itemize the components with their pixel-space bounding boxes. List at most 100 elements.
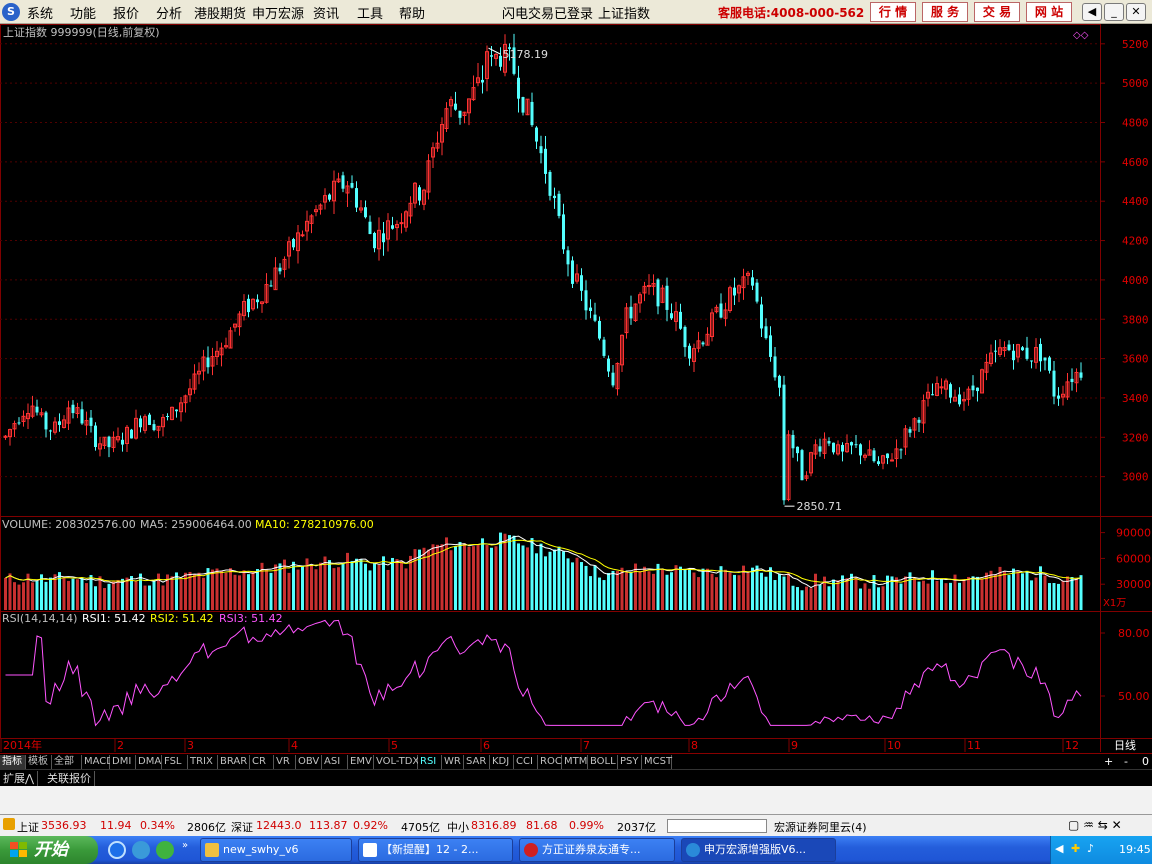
website-button[interactable]: 网 站 <box>1026 2 1072 22</box>
volume-bar <box>967 576 970 610</box>
indicator-tab-macd[interactable]: MACD <box>82 755 114 769</box>
desktop-icon[interactable] <box>132 841 150 859</box>
zoom-in-button[interactable]: + <box>1104 755 1113 769</box>
trade-button[interactable]: 交 易 <box>974 2 1020 22</box>
volume-bar <box>881 586 885 610</box>
indicator-tab-vr[interactable]: VR <box>274 755 296 769</box>
volume-bar <box>62 578 66 610</box>
zoom-reset-button[interactable]: 0 <box>1142 755 1149 769</box>
back-icon[interactable]: ◀ <box>1082 3 1102 21</box>
indicator-tab-emv[interactable]: EMV <box>348 755 374 769</box>
indicator-tab-boll[interactable]: BOLL <box>588 755 618 769</box>
tray-arrow-icon[interactable]: ◀ <box>1055 842 1063 855</box>
indicator-tab-cr[interactable]: CR <box>250 755 274 769</box>
volume-bar <box>976 576 979 610</box>
price-tick-label: 3000 <box>1122 471 1149 484</box>
kline-chart-area[interactable]: 5200 5000 4800 4600 4400 4200 4000 3800 3600 3400… <box>0 24 1152 752</box>
menu-item-hk-futures[interactable]: 港股期货 <box>194 3 246 22</box>
volume-bar <box>787 573 790 610</box>
indicator-tab-wr[interactable]: WR <box>442 755 464 769</box>
volume-bar <box>103 588 106 610</box>
menu-item-news[interactable]: 资讯 <box>313 3 339 22</box>
sz-change: 113.87 <box>309 819 348 832</box>
volume-bar <box>35 581 39 610</box>
candle-body <box>521 97 525 113</box>
rsi3-label: RSI3: 51.42 <box>219 612 283 625</box>
indicator-tab-asi[interactable]: ASI <box>322 755 348 769</box>
taskbar-window-notice[interactable]: 【新提醒】12 - 2... <box>358 838 513 862</box>
status-tray-icons[interactable]: ▢ ♒ ⇆ ✕ <box>1068 818 1122 832</box>
service-hotline: 客服电话:4008-000-562 <box>718 6 865 20</box>
candle-body <box>939 386 944 389</box>
start-button[interactable]: 开始 <box>0 836 98 864</box>
volume-bar <box>1025 570 1029 610</box>
candle-body <box>584 290 588 311</box>
minimize-icon[interactable]: _ <box>1104 3 1124 21</box>
indicator-tab-brar[interactable]: BRAR <box>218 755 250 769</box>
ie-icon[interactable] <box>108 841 126 859</box>
quicklaunch-more-icon[interactable]: » <box>182 840 188 851</box>
indicator-tab-psy[interactable]: PSY <box>618 755 642 769</box>
menu-item-analysis[interactable]: 分析 <box>156 3 182 22</box>
low-price-label: 2850.71 <box>797 500 843 513</box>
zoom-out-button[interactable]: - <box>1124 755 1128 769</box>
indicator-tab-mcst[interactable]: MCST <box>642 755 672 769</box>
quote-button[interactable]: 行 情 <box>870 2 916 22</box>
zx-name: 中小 <box>447 821 469 834</box>
service-button[interactable]: 服 务 <box>922 2 968 22</box>
indicator-tab-kdj[interactable]: KDJ <box>490 755 514 769</box>
indicator-tab-trix[interactable]: TRIX <box>188 755 218 769</box>
menu-item-help[interactable]: 帮助 <box>399 3 425 22</box>
tab-indicator[interactable]: 指标 <box>0 755 26 769</box>
chart-canvas[interactable]: 5200 5000 4800 4600 4400 4200 4000 3800 3600 3400… <box>0 24 1152 752</box>
tray-flag-icon[interactable]: ✚ <box>1071 842 1080 855</box>
volume-bar <box>679 566 682 610</box>
indicator-tab-dmi[interactable]: DMI <box>110 755 136 769</box>
indicator-tab-rsi[interactable]: RSI <box>418 755 442 769</box>
menu-item-system[interactable]: 系统 <box>27 3 53 22</box>
close-icon[interactable]: ✕ <box>1126 3 1146 21</box>
volume-bar <box>611 570 615 610</box>
candle-body <box>778 375 781 388</box>
app-logo-icon[interactable]: S <box>2 3 20 21</box>
candle-body <box>121 439 124 445</box>
indicator-tab-mtm[interactable]: MTM <box>562 755 588 769</box>
sh-value: 3536.93 <box>41 819 87 832</box>
related-quote-tab[interactable]: 关联报价 <box>44 771 95 786</box>
menu-item-function[interactable]: 功能 <box>70 3 96 22</box>
taskbar-window-folder[interactable]: new_swhy_v6 <box>200 838 352 862</box>
volume-bar <box>1075 578 1078 610</box>
expand-tab[interactable]: 扩展⋀ <box>0 771 39 786</box>
indicator-tab-roc[interactable]: ROC <box>538 755 562 769</box>
menu-item-tools[interactable]: 工具 <box>357 3 383 22</box>
server-name[interactable]: 宏源证券阿里云(4) <box>774 819 867 835</box>
price-tick-label: 4000 <box>1122 274 1149 287</box>
time-tick-label: 7 <box>583 739 590 752</box>
indicator-tab-cci[interactable]: CCI <box>514 755 538 769</box>
tab-template[interactable]: 模板 <box>26 755 52 769</box>
volume-bar <box>926 583 930 610</box>
volume-bar <box>13 582 16 610</box>
time-tick-label: 9 <box>791 739 798 752</box>
indicator-tab-sar[interactable]: SAR <box>464 755 490 769</box>
tray-speaker-icon[interactable]: ♪ <box>1087 842 1094 855</box>
volume-bar <box>670 572 673 610</box>
taskbar-window-founder[interactable]: 方正证券泉友通专... <box>519 838 675 862</box>
menu-item-swhy[interactable]: 申万宏源 <box>252 3 304 22</box>
indicator-tab-obv[interactable]: OBV <box>296 755 322 769</box>
clock[interactable]: 19:45 <box>1119 843 1151 856</box>
indicator-tab-fsl[interactable]: FSL <box>162 755 188 769</box>
system-tray: ◀ ✚ ♪ 19:45 <box>1050 836 1152 864</box>
sub-tab-bar: 扩展⋀ 关联报价 <box>0 769 1152 786</box>
candle-body <box>683 326 687 348</box>
tab-all[interactable]: 全部 <box>52 755 82 769</box>
browser-icon[interactable] <box>156 841 174 859</box>
candle-body <box>399 222 404 225</box>
volume-bar <box>31 582 34 610</box>
volume-bar <box>1079 575 1083 610</box>
menu-item-quote[interactable]: 报价 <box>113 3 139 22</box>
candle-body <box>571 260 574 284</box>
taskbar-window-swhy[interactable]: 申万宏源增强版V6... <box>681 838 836 862</box>
indicator-tab-voltdx[interactable]: VOL-TDX <box>374 755 419 769</box>
indicator-tab-dma[interactable]: DMA <box>136 755 162 769</box>
